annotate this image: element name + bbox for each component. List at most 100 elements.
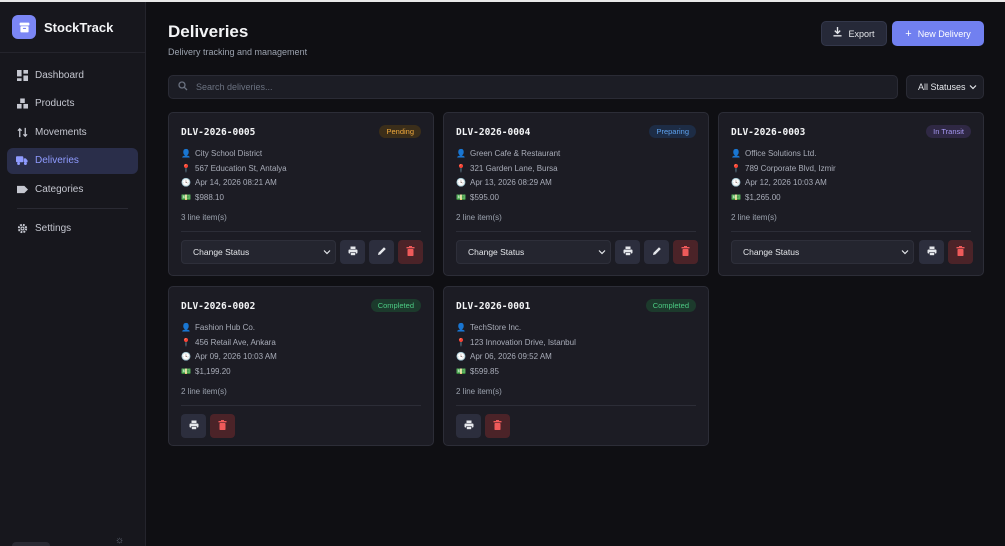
sidebar-item-categories[interactable]: Categories [7,176,138,202]
card-divider [731,231,971,232]
amount: $599.85 [470,367,499,376]
status-badge: Preparing [649,125,696,138]
money-icon: 💵 [456,193,466,202]
page-title: Deliveries [168,22,249,41]
printer-icon [348,243,358,261]
status-badge: Completed [645,299,696,312]
edit-button[interactable] [644,240,669,264]
delivery-date: Apr 09, 2026 10:03 AM [195,352,277,361]
new-delivery-label: New Delivery [917,28,971,39]
trash-icon [956,243,965,261]
change-status-select[interactable]: Change Status [731,240,914,264]
clock-icon: 🕓 [731,178,741,187]
edit-button[interactable] [369,240,394,264]
brand[interactable]: StockTrack [0,2,145,53]
delivery-id: DLV-2026-0005 [181,127,256,138]
chevron-down-icon [969,82,977,92]
theme-toggle-icon[interactable]: ☼ [115,535,124,546]
address-row: 📍 567 Education St, Antalya [181,164,287,173]
change-status-label: Change Status [468,247,525,257]
delivery-card: DLV-2026-0001 Completed 👤 TechStore Inc. … [443,286,709,446]
delete-button[interactable] [948,240,973,264]
delivery-date: Apr 06, 2026 09:52 AM [470,352,552,361]
status-filter-select[interactable]: All Statuses [906,75,984,99]
status-badge: Completed [370,299,421,312]
archive-box-icon [12,15,36,39]
address: 789 Corporate Blvd, Izmir [745,164,836,173]
search-input[interactable] [196,82,876,92]
money-icon: 💵 [181,193,191,202]
new-delivery-button[interactable]: + New Delivery [892,21,984,46]
customer-row: 👤 City School District [181,149,262,158]
arrows-icon [16,126,28,138]
customer-name: Office Solutions Ltd. [745,149,817,158]
sidebar-item-label: Deliveries [35,155,79,166]
sidebar-item-deliveries[interactable]: Deliveries [7,147,138,174]
delivery-id: DLV-2026-0002 [181,301,256,312]
sidebar-nav: Dashboard Products Movements Deliveries … [0,53,145,241]
print-button[interactable] [340,240,365,264]
printer-icon [464,417,474,435]
date-row: 🕓 Apr 06, 2026 09:52 AM [456,352,552,361]
amount-row: 💵 $1,199.20 [181,367,231,376]
page-subtitle: Delivery tracking and management [168,47,308,57]
card-divider [456,405,696,406]
gear-icon [16,222,28,234]
plus-icon: + [905,27,912,40]
print-button[interactable] [181,414,206,438]
address: 321 Garden Lane, Bursa [470,164,558,173]
printer-icon [927,243,937,261]
delete-button[interactable] [673,240,698,264]
delivery-card: DLV-2026-0003 In Transit 👤 Office Solutio… [718,112,984,276]
status-filter-value: All Statuses [918,82,966,92]
printer-icon [189,417,199,435]
address-row: 📍 321 Garden Lane, Bursa [456,164,558,173]
money-icon: 💵 [456,367,466,376]
chevron-down-icon [901,247,909,257]
card-divider [456,231,696,232]
chevron-down-icon [323,247,331,257]
sidebar-item-settings[interactable]: Settings [7,215,138,241]
location-pin-icon: 📍 [731,164,741,173]
customer-name: Fashion Hub Co. [195,323,256,332]
money-icon: 💵 [181,367,191,376]
status-badge: In Transit [926,125,971,138]
amount-row: 💵 $988.10 [181,193,224,202]
delivery-date: Apr 14, 2026 08:21 AM [195,178,277,187]
sidebar-item-movements[interactable]: Movements [7,119,138,145]
date-row: 🕓 Apr 12, 2026 10:03 AM [731,178,827,187]
person-icon: 👤 [181,149,191,158]
export-button[interactable]: Export [821,21,887,46]
money-icon: 💵 [731,193,741,202]
change-status-select[interactable]: Change Status [456,240,611,264]
print-button[interactable] [456,414,481,438]
sidebar-item-products[interactable]: Products [7,91,138,117]
print-button[interactable] [919,240,944,264]
clock-icon: 🕓 [181,352,191,361]
sidebar-item-label: Categories [35,183,84,195]
user-profile-button[interactable] [12,542,50,546]
change-status-select[interactable]: Change Status [181,240,336,264]
amount: $988.10 [195,193,224,202]
address-row: 📍 123 Innovation Drive, Istanbul [456,338,576,347]
card-divider [181,405,421,406]
printer-icon [623,243,633,261]
delivery-date: Apr 13, 2026 08:29 AM [470,178,552,187]
clock-icon: 🕓 [456,352,466,361]
trash-icon [406,243,415,261]
person-icon: 👤 [456,149,466,158]
sidebar-item-dashboard[interactable]: Dashboard [7,62,138,88]
delete-button[interactable] [485,414,510,438]
pencil-icon [652,243,662,261]
customer-row: 👤 Office Solutions Ltd. [731,149,816,158]
delete-button[interactable] [210,414,235,438]
export-label: Export [848,28,875,39]
delivery-id: DLV-2026-0004 [456,127,531,138]
delivery-id: DLV-2026-0003 [731,127,806,138]
location-pin-icon: 📍 [456,338,466,347]
delivery-card: DLV-2026-0004 Preparing 👤 Green Cafe & Re… [443,112,709,276]
delivery-date: Apr 12, 2026 10:03 AM [745,178,827,187]
delete-button[interactable] [398,240,423,264]
print-button[interactable] [615,240,640,264]
amount: $595.00 [470,193,499,202]
